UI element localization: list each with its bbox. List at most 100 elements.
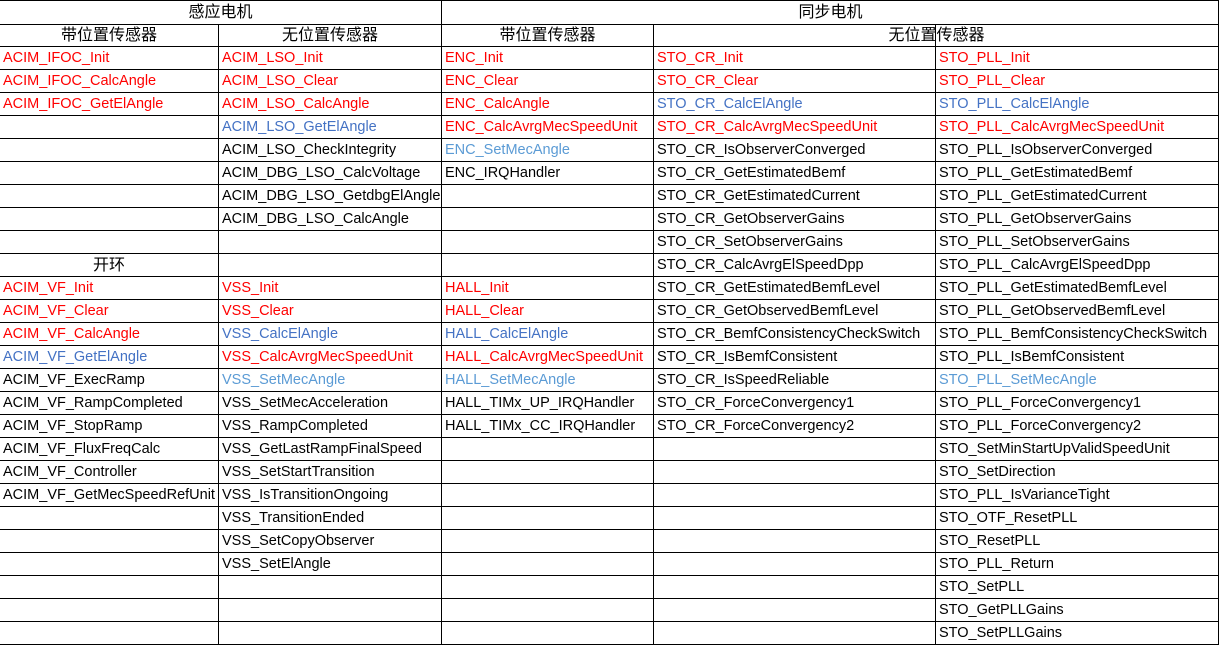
function-cell: VSS_Clear: [222, 303, 294, 319]
function-cell: ACIM_LSO_CalcAngle: [222, 96, 370, 112]
function-cell: VSS_GetLastRampFinalSpeed: [222, 441, 422, 457]
function-cell: ENC_Init: [445, 50, 504, 66]
function-cell: STO_PLL_GetEstimatedCurrent: [939, 188, 1147, 204]
function-cell: STO_PLL_GetObserverGains: [939, 211, 1132, 227]
function-cell: ACIM_VF_StopRamp: [3, 418, 143, 434]
function-cell: VSS_IsTransitionOngoing: [222, 487, 389, 503]
function-cell: ACIM_VF_Init: [3, 280, 94, 296]
function-cell: STO_CR_CalcAvrgMecSpeedUnit: [657, 119, 878, 135]
header-open-loop: 开环: [92, 257, 125, 274]
function-cell: ACIM_VF_ExecRamp: [3, 372, 145, 388]
function-cell: STO_PLL_CalcElAngle: [939, 96, 1090, 112]
function-cell: STO_PLL_IsBemfConsistent: [939, 349, 1125, 365]
function-cell: STO_PLL_GetEstimatedBemf: [939, 165, 1133, 181]
function-cell: STO_PLL_SetObserverGains: [939, 234, 1130, 250]
function-cell: HALL_Clear: [445, 303, 524, 319]
function-cell: STO_SetPLLGains: [939, 625, 1063, 641]
function-cell: ACIM_DBG_LSO_GetdbgElAngle: [222, 188, 441, 204]
function-cell: HALL_CalcAvrgMecSpeedUnit: [445, 349, 644, 365]
function-cell: ENC_Clear: [445, 73, 519, 89]
function-cell: VSS_CalcElAngle: [222, 326, 339, 342]
function-cell: STO_CR_IsObserverConverged: [657, 142, 866, 158]
grid-line-header: [0, 24, 1219, 25]
function-cell: STO_CR_IsSpeedReliable: [657, 372, 830, 388]
function-cell: STO_CR_BemfConsistencyCheckSwitch: [657, 326, 921, 342]
function-cell: ACIM_VF_FluxFreqCalc: [3, 441, 161, 457]
function-cell: ACIM_VF_Controller: [3, 464, 137, 480]
function-cell: STO_SetDirection: [939, 464, 1056, 480]
function-cell: ENC_SetMecAngle: [445, 142, 570, 158]
function-cell: VSS_SetStartTransition: [222, 464, 375, 480]
function-cell: STO_PLL_ForceConvergency2: [939, 418, 1142, 434]
function-cell: VSS_RampCompleted: [222, 418, 368, 434]
header-sync-sensorless: 无位置传感器: [888, 27, 985, 44]
function-cell: VSS_SetMecAcceleration: [222, 395, 389, 411]
grid-line-top: [0, 0, 1219, 1]
function-cell: VSS_SetElAngle: [222, 556, 331, 572]
function-cell: STO_CR_CalcElAngle: [657, 96, 803, 112]
function-cell: ACIM_VF_CalcAngle: [3, 326, 140, 342]
function-cell: ACIM_LSO_Init: [222, 50, 323, 66]
function-cell: STO_PLL_IsObserverConverged: [939, 142, 1153, 158]
function-cell: STO_CR_ForceConvergency1: [657, 395, 855, 411]
function-cell: STO_CR_SetObserverGains: [657, 234, 843, 250]
function-cell: STO_PLL_IsVarianceTight: [939, 487, 1110, 503]
function-cell: STO_PLL_Clear: [939, 73, 1046, 89]
function-cell: STO_CR_CalcAvrgElSpeedDpp: [657, 257, 864, 273]
function-cell: STO_PLL_ForceConvergency1: [939, 395, 1142, 411]
function-cell: STO_PLL_GetObservedBemfLevel: [939, 303, 1166, 319]
header-acim-sensorless: 无位置传感器: [281, 27, 378, 44]
function-cell: ACIM_IFOC_Init: [3, 50, 110, 66]
function-cell: VSS_TransitionEnded: [222, 510, 365, 526]
header-synchronous-motor: 同步电机: [798, 4, 863, 21]
function-cell: ACIM_VF_RampCompleted: [3, 395, 183, 411]
function-cell: STO_PLL_CalcAvrgMecSpeedUnit: [939, 119, 1165, 135]
function-cell: ENC_CalcAvrgMecSpeedUnit: [445, 119, 638, 135]
function-cell: ACIM_VF_GetElAngle: [3, 349, 148, 365]
function-cell: ACIM_DBG_LSO_CalcVoltage: [222, 165, 421, 181]
function-cell: VSS_Init: [222, 280, 279, 296]
function-cell: STO_GetPLLGains: [939, 602, 1064, 618]
function-cell: ENC_CalcAngle: [445, 96, 550, 112]
function-cell: STO_PLL_Return: [939, 556, 1054, 572]
header-sync-with-sensor: 带位置传感器: [499, 27, 596, 44]
function-cell: STO_CR_GetObserverGains: [657, 211, 845, 227]
function-cell: ACIM_LSO_CheckIntegrity: [222, 142, 397, 158]
function-cell: STO_SetPLL: [939, 579, 1025, 595]
function-cell: STO_PLL_CalcAvrgElSpeedDpp: [939, 257, 1151, 273]
function-cell: ACIM_IFOC_GetElAngle: [3, 96, 164, 112]
function-cell: ACIM_LSO_GetElAngle: [222, 119, 377, 135]
function-cell: HALL_SetMecAngle: [445, 372, 576, 388]
function-cell: HALL_CalcElAngle: [445, 326, 569, 342]
function-cell: VSS_SetCopyObserver: [222, 533, 375, 549]
function-cell: STO_CR_ForceConvergency2: [657, 418, 855, 434]
function-cell: STO_CR_Clear: [657, 73, 759, 89]
function-cell: ACIM_VF_Clear: [3, 303, 109, 319]
function-cell: STO_PLL_Init: [939, 50, 1030, 66]
function-cell: ACIM_LSO_Clear: [222, 73, 339, 89]
function-cell: STO_CR_IsBemfConsistent: [657, 349, 838, 365]
function-cell: ACIM_IFOC_CalcAngle: [3, 73, 157, 89]
header-induction-motor: 感应电机: [188, 4, 253, 21]
function-cell: STO_OTF_ResetPLL: [939, 510, 1078, 526]
function-cell: HALL_Init: [445, 280, 509, 296]
function-cell: STO_PLL_GetEstimatedBemfLevel: [939, 280, 1167, 296]
function-cell: VSS_SetMecAngle: [222, 372, 346, 388]
function-cell: STO_CR_Init: [657, 50, 743, 66]
function-cell: VSS_CalcAvrgMecSpeedUnit: [222, 349, 413, 365]
function-cell: ACIM_VF_GetMecSpeedRefUnit: [3, 487, 215, 503]
function-cell: STO_CR_GetEstimatedBemfLevel: [657, 280, 880, 296]
function-cell: ACIM_DBG_LSO_CalcAngle: [222, 211, 409, 227]
function-cell: STO_ResetPLL: [939, 533, 1041, 549]
function-cell: HALL_TIMx_CC_IRQHandler: [445, 418, 636, 434]
function-cell: STO_PLL_BemfConsistencyCheckSwitch: [939, 326, 1208, 342]
function-cell: STO_CR_GetEstimatedCurrent: [657, 188, 860, 204]
function-cell: STO_CR_GetEstimatedBemf: [657, 165, 846, 181]
function-cell: HALL_TIMx_UP_IRQHandler: [445, 395, 635, 411]
function-cell: STO_SetMinStartUpValidSpeedUnit: [939, 441, 1170, 457]
function-cell: STO_CR_GetObservedBemfLevel: [657, 303, 879, 319]
header-acim-with-sensor: 带位置传感器: [60, 27, 157, 44]
function-table: 感应电机 同步电机 带位置传感器 无位置传感器 带位置传感器 无位置传感器 开环…: [0, 0, 1219, 645]
function-cell: STO_PLL_SetMecAngle: [939, 372, 1097, 388]
function-cell: ENC_IRQHandler: [445, 165, 561, 181]
